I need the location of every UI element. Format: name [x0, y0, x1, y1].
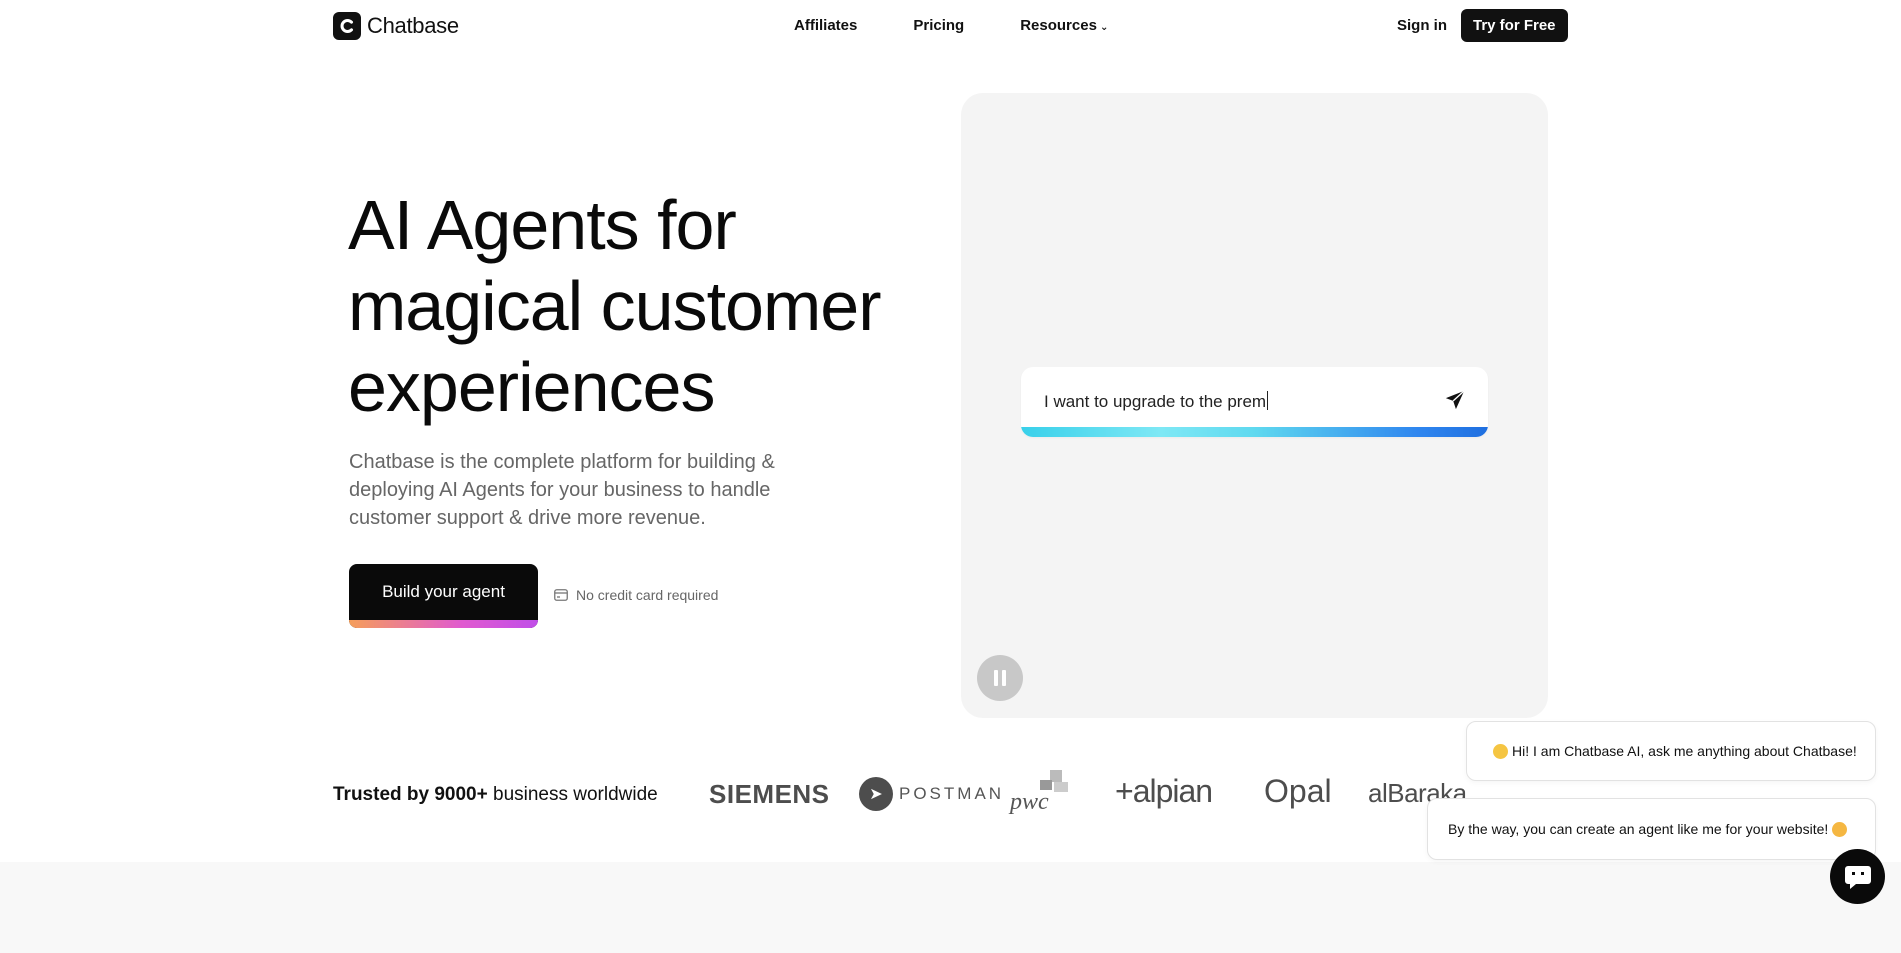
build-your-agent-button[interactable]: Build your agent: [349, 564, 538, 628]
postman-logo: ➤ POSTMAN: [859, 777, 1004, 811]
pause-icon[interactable]: [977, 655, 1023, 701]
sign-in-link[interactable]: Sign in: [1397, 17, 1447, 34]
chat-message-1: Hi! I am Chatbase AI, ask me anything ab…: [1512, 743, 1857, 759]
nav-links: Affiliates Pricing Resources ⌄: [794, 17, 1108, 34]
hero-title-line-2: magical customer: [348, 267, 882, 345]
send-icon[interactable]: [1444, 389, 1466, 416]
build-your-agent-label: Build your agent: [382, 582, 505, 601]
no-credit-card-text: No credit card required: [576, 587, 719, 603]
chat-bubble-greeting[interactable]: Hi! I am Chatbase AI, ask me anything ab…: [1466, 721, 1876, 781]
demo-chat-value: I want to upgrade to the prem: [1044, 392, 1267, 411]
alpian-logo: +alpian: [1115, 773, 1213, 809]
demo-chat-text: I want to upgrade to the prem: [1044, 391, 1269, 412]
chat-message-2: By the way, you can create an agent like…: [1448, 821, 1829, 837]
chat-bubble-icon: [1844, 865, 1871, 889]
hero-title: AI Agents for magical customer experienc…: [348, 185, 948, 428]
chatbase-logo-icon: [333, 12, 361, 40]
logo-text: Chatbase: [367, 13, 459, 38]
opal-logo: Opal: [1264, 773, 1332, 809]
chat-launcher-button[interactable]: [1830, 849, 1885, 904]
chevron-down-icon: ⌄: [1099, 22, 1109, 33]
nav-affiliates[interactable]: Affiliates: [794, 17, 857, 34]
nav-pricing[interactable]: Pricing: [913, 17, 964, 34]
postman-rocket-icon: ➤: [859, 777, 893, 811]
chatbase-logo[interactable]: Chatbase: [333, 12, 459, 40]
demo-panel: I want to upgrade to the prem: [961, 93, 1548, 718]
chat-bubble-promo[interactable]: By the way, you can create an agent like…: [1427, 798, 1876, 860]
top-nav: Chatbase Affiliates Pricing Resources ⌄ S…: [0, 0, 1901, 52]
hero-title-line-1: AI Agents for: [348, 186, 737, 264]
next-section-band: [0, 862, 1901, 953]
hero-title-line-3: experiences: [348, 348, 715, 426]
hero-subtitle: Chatbase is the complete platform for bu…: [349, 451, 775, 529]
demo-chat-input[interactable]: I want to upgrade to the prem: [1021, 367, 1488, 437]
nav-resources[interactable]: Resources ⌄: [1020, 17, 1108, 34]
no-credit-card-note: No credit card required: [554, 587, 718, 603]
siemens-logo: SIEMENS: [709, 779, 830, 809]
pwc-logo: pwc: [1010, 770, 1076, 816]
nav-resources-label: Resources: [1020, 17, 1097, 34]
pwc-logo-text: pwc: [1010, 789, 1049, 815]
text-caret: [1267, 391, 1269, 410]
try-for-free-button[interactable]: Try for Free: [1461, 9, 1568, 42]
postman-logo-text: POSTMAN: [899, 784, 1005, 803]
credit-card-icon: [554, 589, 568, 601]
surprised-face-icon: [1832, 821, 1848, 837]
waving-hand-icon: [1493, 743, 1508, 759]
